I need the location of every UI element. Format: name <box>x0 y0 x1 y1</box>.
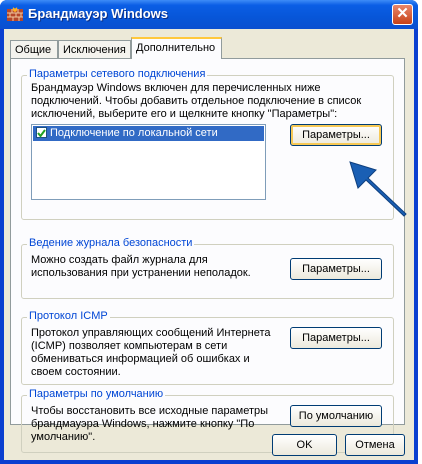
group-title: Ведение журнала безопасности <box>27 237 195 249</box>
tab-general[interactable]: Общие <box>10 40 58 58</box>
group-title: Параметры по умолчанию <box>27 388 166 400</box>
group-description: Протокол управляющих сообщений Интернета… <box>31 327 271 378</box>
security-logging-group: Ведение журнала безопасности Можно созда… <box>21 237 394 299</box>
dialog-client-area: Общие Исключения Дополнительно Параметры… <box>4 29 414 460</box>
title-bar[interactable]: Брандмауэр Windows ✕ <box>0 0 418 29</box>
restore-defaults-button[interactable]: По умолчанию <box>290 405 382 427</box>
close-icon: ✕ <box>396 5 409 22</box>
icmp-group: Протокол ICMP Протокол управляющих сообщ… <box>21 310 394 385</box>
group-description: Брандмауэр Windows включен для перечисле… <box>31 82 362 120</box>
list-item[interactable]: Подключение по локальной сети <box>33 126 264 141</box>
tab-exceptions[interactable]: Исключения <box>58 40 131 58</box>
group-title: Протокол ICMP <box>27 310 110 322</box>
advanced-tab-panel: Параметры сетевого подключения Брандмауэ… <box>10 58 405 453</box>
logging-settings-button[interactable]: Параметры... <box>290 258 382 280</box>
pointer-arrow-icon <box>349 161 407 217</box>
group-description: Можно создать файл журнала для использов… <box>31 254 251 279</box>
close-button[interactable]: ✕ <box>392 4 413 25</box>
window-title: Брандмауэр Windows <box>28 6 169 21</box>
group-title: Параметры сетевого подключения <box>27 68 208 80</box>
group-description: Чтобы восстановить все исходные параметр… <box>31 405 269 443</box>
checkmark-icon <box>37 129 46 138</box>
network-connections-group: Параметры сетевого подключения Брандмауэ… <box>21 68 394 220</box>
ok-button[interactable]: OK <box>272 434 337 456</box>
default-settings-group: Параметры по умолчанию Чтобы восстановит… <box>21 388 394 453</box>
icmp-settings-button[interactable]: Параметры... <box>290 327 382 349</box>
connections-list[interactable]: Подключение по локальной сети <box>31 124 266 200</box>
connection-settings-button[interactable]: Параметры... <box>290 124 382 146</box>
connection-label: Подключение по локальной сети <box>50 127 218 139</box>
connection-checkbox[interactable] <box>36 127 47 138</box>
cancel-button[interactable]: Отмена <box>345 434 405 456</box>
firewall-window: Брандмауэр Windows ✕ Общие Исключения До… <box>0 0 418 464</box>
tab-advanced[interactable]: Дополнительно <box>131 37 222 59</box>
firewall-icon <box>7 7 23 21</box>
